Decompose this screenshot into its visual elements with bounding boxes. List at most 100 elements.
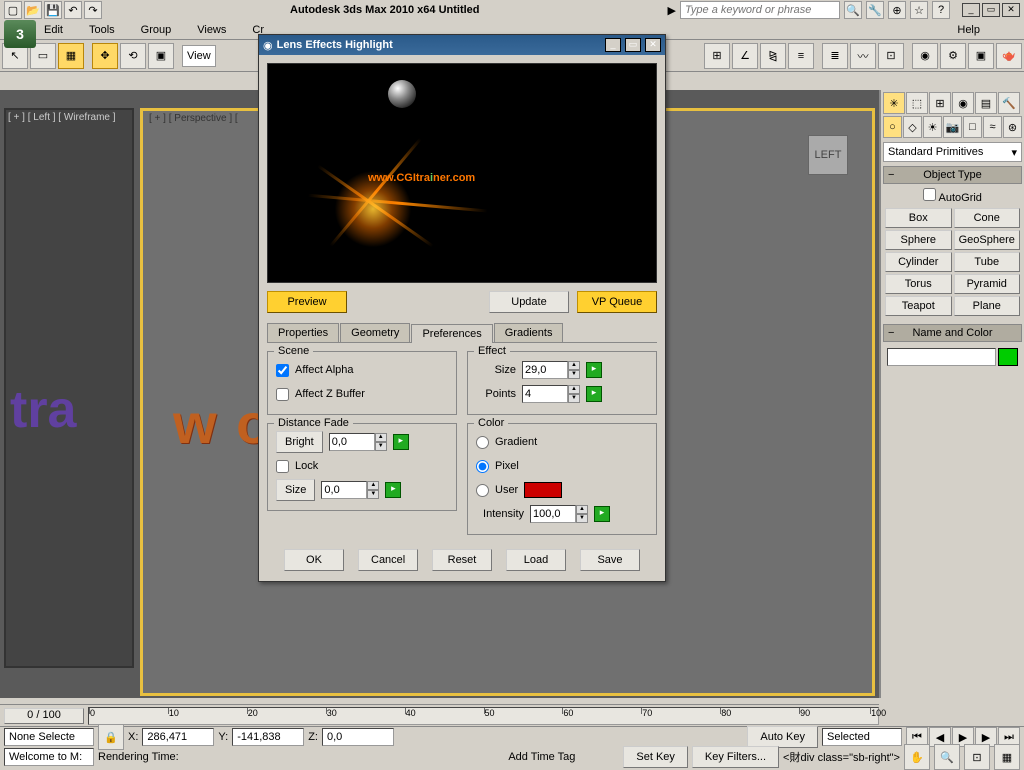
color-gradient-radio[interactable] (476, 436, 489, 449)
viewport-left[interactable]: [ + ] [ Left ] [ Wireframe ] tra (4, 108, 134, 668)
vp-queue-button[interactable]: VP Queue (577, 291, 657, 313)
qat-redo-icon[interactable]: ↷ (84, 1, 102, 19)
material-editor-icon[interactable]: ◉ (912, 43, 938, 69)
key-filters-button[interactable]: Key Filters... (692, 746, 779, 768)
rollout-name-color[interactable]: Name and Color (883, 324, 1022, 342)
scale-icon[interactable]: ▣ (148, 43, 174, 69)
df-size-spinner[interactable] (321, 481, 367, 499)
affect-z-checkbox[interactable] (276, 388, 289, 401)
time-ruler[interactable]: 01020 304050 607080 90100 (88, 707, 879, 725)
key-selection-dropdown[interactable]: Selected (822, 728, 902, 746)
systems-icon[interactable]: ⊛ (1003, 116, 1022, 138)
effect-points-spinner[interactable] (522, 385, 568, 403)
geometry-icon[interactable]: ○ (883, 116, 902, 138)
render-icon[interactable]: 🫖 (996, 43, 1022, 69)
comm-icon[interactable]: ⊕ (888, 1, 906, 19)
lock-selection-icon[interactable]: 🔒 (98, 724, 124, 750)
minimize-button[interactable]: _ (962, 3, 980, 17)
search-expand-icon[interactable]: ▶ (668, 4, 676, 17)
tab-properties[interactable]: Properties (267, 323, 339, 342)
qat-new-icon[interactable]: ▢ (4, 1, 22, 19)
df-size-button[interactable]: Size (276, 479, 315, 501)
close-button[interactable]: ✕ (1002, 3, 1020, 17)
help-search-input[interactable] (680, 1, 840, 19)
dialog-titlebar[interactable]: ◉ Lens Effects Highlight _ ▭ ✕ (259, 35, 665, 55)
ref-coord-dropdown[interactable]: View (182, 45, 216, 67)
qat-open-icon[interactable]: 📂 (24, 1, 42, 19)
spacewarps-icon[interactable]: ≈ (983, 116, 1002, 138)
search-icon[interactable]: 🔍 (844, 1, 862, 19)
qat-undo-icon[interactable]: ↶ (64, 1, 82, 19)
object-color-swatch[interactable] (998, 348, 1018, 366)
prim-torus-button[interactable]: Torus (885, 274, 952, 294)
prim-cylinder-button[interactable]: Cylinder (885, 252, 952, 272)
render-setup-icon[interactable]: ⚙ (940, 43, 966, 69)
menu-help[interactable]: Help (953, 22, 984, 38)
object-name-field[interactable] (887, 348, 996, 366)
hierarchy-tab-icon[interactable]: ⊞ (929, 92, 951, 114)
prim-teapot-button[interactable]: Teapot (885, 296, 952, 316)
menu-views[interactable]: Views (193, 22, 230, 38)
create-tab-icon[interactable]: ✳ (883, 92, 905, 114)
menu-group[interactable]: Group (137, 22, 176, 38)
help-icon[interactable]: ? (932, 1, 950, 19)
color-user-radio[interactable] (476, 484, 489, 497)
bright-button[interactable]: Bright (276, 431, 323, 453)
display-tab-icon[interactable]: ▤ (975, 92, 997, 114)
maximize-vp-icon[interactable]: ▦ (994, 744, 1020, 770)
autogrid-checkbox[interactable]: AutoGrid (883, 186, 1022, 206)
tab-geometry[interactable]: Geometry (340, 323, 410, 342)
bright-spinner[interactable] (329, 433, 375, 451)
add-time-tag[interactable]: Add Time Tag (508, 751, 575, 763)
category-dropdown[interactable]: Standard Primitives▾ (883, 142, 1022, 162)
align-icon[interactable]: ≡ (788, 43, 814, 69)
prim-cone-button[interactable]: Cone (954, 208, 1021, 228)
intensity-lock-icon[interactable]: ▸ (594, 506, 610, 522)
utilities-tab-icon[interactable]: 🔨 (998, 92, 1020, 114)
dialog-minimize-button[interactable]: _ (605, 38, 621, 52)
bright-lock-icon[interactable]: ▸ (393, 434, 409, 450)
curve-editor-icon[interactable]: 〰 (850, 43, 876, 69)
time-slider[interactable]: 0 / 100 (4, 708, 84, 724)
app-menu-button[interactable]: 3 (4, 20, 36, 48)
schematic-icon[interactable]: ⊡ (878, 43, 904, 69)
menu-tools[interactable]: Tools (85, 22, 119, 38)
ok-button[interactable]: OK (284, 549, 344, 571)
helpers-icon[interactable]: □ (963, 116, 982, 138)
select-window-icon[interactable]: ▦ (58, 43, 84, 69)
save-button[interactable]: Save (580, 549, 640, 571)
autokey-button[interactable]: Auto Key (747, 726, 818, 748)
dialog-maximize-button[interactable]: ▭ (625, 38, 641, 52)
tab-preferences[interactable]: Preferences (411, 324, 492, 343)
viewcube[interactable]: LEFT (808, 135, 848, 175)
dialog-close-button[interactable]: ✕ (645, 38, 661, 52)
user-color-swatch[interactable] (524, 482, 562, 498)
zoom-extents-icon[interactable]: ⊡ (964, 744, 990, 770)
setkey-button[interactable]: Set Key (623, 746, 688, 768)
coord-z-field[interactable]: 0,0 (322, 728, 394, 746)
angle-snap-icon[interactable]: ∠ (732, 43, 758, 69)
coord-y-field[interactable]: -141,838 (232, 728, 304, 746)
df-size-lock-icon[interactable]: ▸ (385, 482, 401, 498)
layers-icon[interactable]: ≣ (822, 43, 848, 69)
prim-geosphere-button[interactable]: GeoSphere (954, 230, 1021, 250)
restore-button[interactable]: ▭ (982, 3, 1000, 17)
key-icon[interactable]: 🔧 (866, 1, 884, 19)
tab-gradients[interactable]: Gradients (494, 323, 564, 342)
cameras-icon[interactable]: 📷 (943, 116, 962, 138)
coord-x-field[interactable]: 286,471 (142, 728, 214, 746)
render-frame-icon[interactable]: ▣ (968, 43, 994, 69)
lights-icon[interactable]: ☀ (923, 116, 942, 138)
prim-box-button[interactable]: Box (885, 208, 952, 228)
update-button[interactable]: Update (489, 291, 569, 313)
prim-tube-button[interactable]: Tube (954, 252, 1021, 272)
preview-button[interactable]: Preview (267, 291, 347, 313)
reset-button[interactable]: Reset (432, 549, 492, 571)
intensity-spinner[interactable] (530, 505, 576, 523)
effect-size-lock-icon[interactable]: ▸ (586, 362, 602, 378)
rollout-object-type[interactable]: Object Type (883, 166, 1022, 184)
modify-tab-icon[interactable]: ⬚ (906, 92, 928, 114)
qat-save-icon[interactable]: 💾 (44, 1, 62, 19)
load-button[interactable]: Load (506, 549, 566, 571)
cancel-button[interactable]: Cancel (358, 549, 418, 571)
